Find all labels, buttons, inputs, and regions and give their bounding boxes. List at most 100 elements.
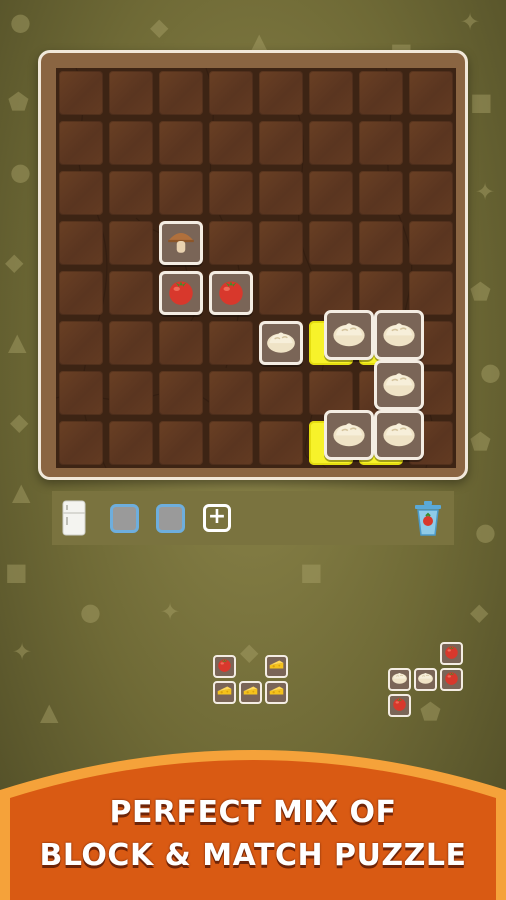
board-cell[interactable]	[109, 71, 153, 115]
dragged-piece-tile-bread[interactable]	[374, 410, 424, 460]
board-cell[interactable]	[209, 71, 253, 115]
cheese-icon	[216, 682, 233, 703]
background-food-silhouette: ■	[300, 558, 323, 586]
background-food-silhouette: ▲	[40, 698, 59, 726]
bread-icon	[391, 669, 408, 690]
board-cell[interactable]	[359, 271, 403, 315]
piece-tile-cheese	[265, 655, 288, 678]
tomato-icon	[443, 643, 460, 664]
board-cell[interactable]	[59, 271, 103, 315]
board-cell[interactable]	[409, 121, 453, 165]
empty-slot-2[interactable]	[156, 504, 185, 533]
tomato-icon	[391, 695, 408, 716]
board-cell[interactable]	[359, 71, 403, 115]
banner-line-1: PERFECT MIX OF	[109, 795, 397, 830]
board-cell[interactable]	[159, 371, 203, 415]
background-food-silhouette: ⬟	[8, 88, 29, 116]
background-food-silhouette: ◆	[240, 638, 259, 666]
board-cell[interactable]	[159, 321, 203, 365]
board-cell[interactable]	[159, 71, 203, 115]
board-cell[interactable]	[109, 421, 153, 465]
bread-icon	[331, 315, 367, 355]
board-cell[interactable]	[209, 121, 253, 165]
background-food-silhouette: ◆	[150, 13, 169, 41]
dragged-piece-tile-bread[interactable]	[374, 360, 424, 410]
background-food-silhouette: ●	[10, 8, 31, 36]
board-cell[interactable]	[59, 71, 103, 115]
board-cell[interactable]	[209, 421, 253, 465]
background-food-silhouette: ◆	[470, 598, 489, 626]
board-cell[interactable]	[309, 171, 353, 215]
board-cell[interactable]	[159, 171, 203, 215]
board-cell[interactable]	[159, 121, 203, 165]
board-cell[interactable]	[109, 321, 153, 365]
background-food-silhouette: ⬟	[470, 278, 491, 306]
background-food-silhouette: ▲	[8, 328, 27, 356]
board-cell[interactable]	[109, 121, 153, 165]
board-cell[interactable]	[59, 421, 103, 465]
board-cell[interactable]	[309, 271, 353, 315]
background-food-silhouette: ◆	[5, 248, 24, 276]
board-tile-mushroom	[159, 221, 203, 265]
board-cell[interactable]	[209, 171, 253, 215]
board-cell[interactable]	[309, 121, 353, 165]
board-cell[interactable]	[259, 421, 303, 465]
board-cell[interactable]	[359, 171, 403, 215]
board-cell[interactable]	[209, 371, 253, 415]
board-cell[interactable]	[409, 221, 453, 265]
board-cell[interactable]	[159, 421, 203, 465]
board-cell[interactable]	[309, 371, 353, 415]
board-cell[interactable]	[409, 71, 453, 115]
dragged-piece-tile-bread[interactable]	[324, 410, 374, 460]
board-cell[interactable]	[109, 171, 153, 215]
piece-tile-cheese	[265, 681, 288, 704]
board-cell[interactable]	[59, 121, 103, 165]
background-food-silhouette: ◆	[10, 408, 29, 436]
bread-icon	[381, 415, 417, 455]
dragged-piece-tile-bread[interactable]	[324, 310, 374, 360]
board-cell[interactable]	[59, 371, 103, 415]
board-cell[interactable]	[209, 321, 253, 365]
piece-tile-tomato	[388, 694, 411, 717]
fridge-icon[interactable]	[62, 500, 86, 536]
board-cell[interactable]	[59, 221, 103, 265]
board-cell[interactable]	[209, 221, 253, 265]
board-cell[interactable]	[359, 221, 403, 265]
piece-tile-tomato	[440, 642, 463, 665]
bread-icon	[417, 669, 434, 690]
board-cell[interactable]	[259, 271, 303, 315]
board-cell[interactable]	[259, 121, 303, 165]
board-cell[interactable]	[309, 221, 353, 265]
empty-slot-1[interactable]	[110, 504, 139, 533]
background-food-silhouette: ⬟	[420, 698, 441, 726]
tomato-icon	[216, 656, 233, 677]
board-cell[interactable]	[109, 271, 153, 315]
trash-can-icon[interactable]	[413, 499, 443, 537]
bread-icon	[331, 415, 367, 455]
game-screen: { "banner": { "line1": "PERFECT MIX OF",…	[0, 0, 506, 900]
background-food-silhouette: ✦	[460, 8, 481, 36]
board-cell[interactable]	[409, 271, 453, 315]
cheese-icon	[242, 682, 259, 703]
dragged-piece-tile-bread[interactable]	[374, 310, 424, 360]
bread-icon	[265, 325, 297, 361]
board-cell[interactable]	[409, 171, 453, 215]
background-food-silhouette: ✦	[475, 178, 496, 206]
board-cell[interactable]	[309, 71, 353, 115]
board-cell[interactable]	[259, 171, 303, 215]
board-cell[interactable]	[59, 171, 103, 215]
board-cell[interactable]	[259, 71, 303, 115]
board-cell[interactable]	[259, 371, 303, 415]
board-cell[interactable]	[109, 371, 153, 415]
board-tile-bread	[259, 321, 303, 365]
board-cell[interactable]	[59, 321, 103, 365]
plus-icon[interactable]: +	[203, 504, 231, 532]
background-food-silhouette: ●	[10, 158, 31, 186]
board-cell[interactable]	[259, 221, 303, 265]
board-tile-tomato	[209, 271, 253, 315]
board-cell[interactable]	[359, 121, 403, 165]
piece-tile-tomato	[440, 668, 463, 691]
board-cell[interactable]	[109, 221, 153, 265]
background-food-silhouette: ✦	[160, 598, 181, 626]
cheese-icon	[268, 682, 285, 703]
